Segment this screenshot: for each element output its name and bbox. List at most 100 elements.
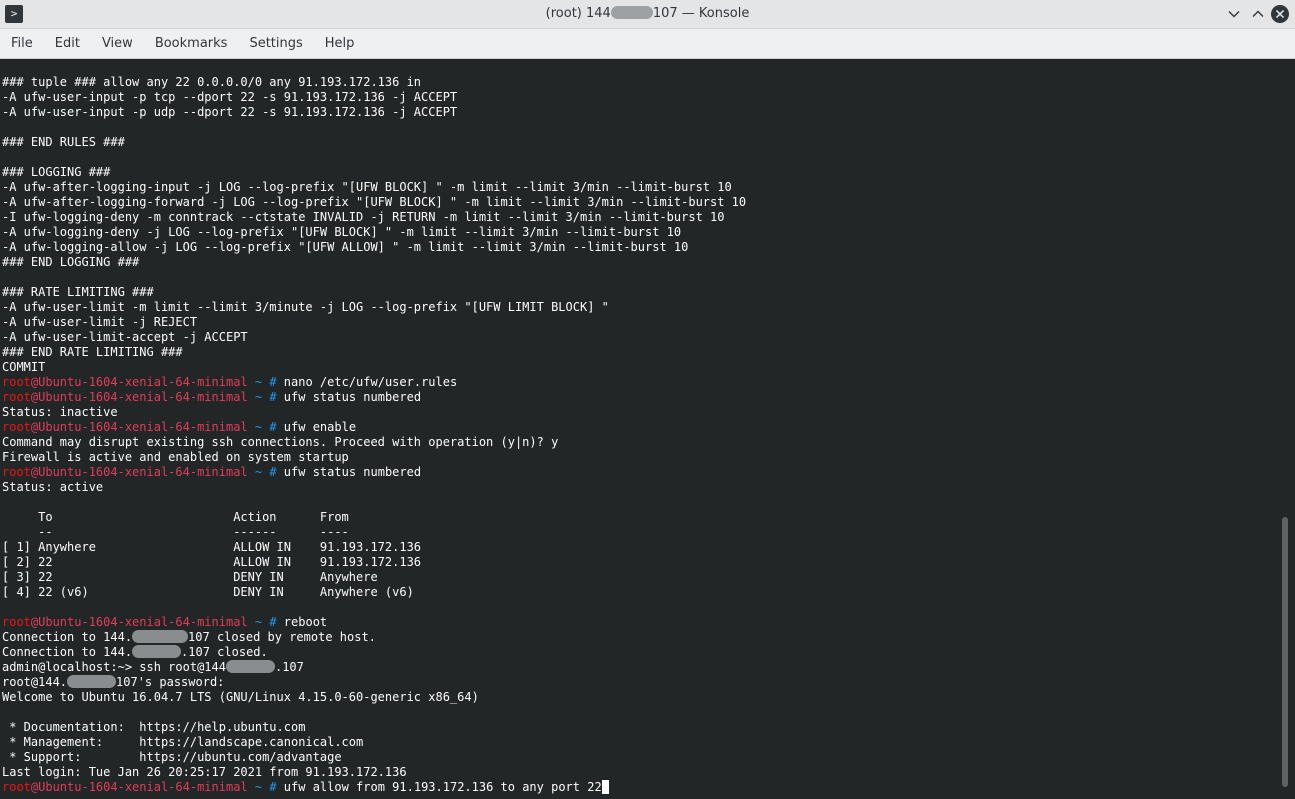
line-part: .107 closed. (181, 645, 268, 659)
line-part: root@144. (2, 675, 68, 689)
prompt-symbol: # (262, 375, 284, 389)
line-part: Connection to 144. (2, 630, 133, 644)
prompt-symbol: # (262, 465, 284, 479)
terminal-line: -A ufw-logging-allow -j LOG --log-prefix… (2, 240, 689, 254)
terminal-line: ### END LOGGING ### (2, 255, 140, 269)
menu-settings[interactable]: Settings (238, 29, 313, 59)
terminal-line: * Documentation: https://help.ubuntu.com (2, 720, 306, 734)
prompt-line: root@Ubuntu-1604-xenial-64-minimal ~ # n… (2, 375, 457, 390)
prompt-line: root@Ubuntu-1604-xenial-64-minimal ~ # u… (2, 390, 421, 405)
terminal-line: Command may disrupt existing ssh connect… (2, 435, 559, 449)
prompt-line: root@Ubuntu-1604-xenial-64-minimal ~ # u… (2, 465, 421, 480)
redacted-ip (132, 645, 182, 658)
title-bar[interactable]: > (root) 144 107 — Konsole (0, 0, 1295, 29)
konsole-window: > (root) 144 107 — Konsole File Edit View… (0, 0, 1295, 799)
redacted-ip (67, 675, 117, 688)
terminal-line: Firewall is active and enabled on system… (2, 450, 349, 464)
menu-edit[interactable]: Edit (44, 29, 91, 59)
prompt-host: @Ubuntu-1604-xenial-64-minimal (30, 420, 248, 434)
chevron-up-icon (1252, 10, 1264, 17)
terminal-line: -A ufw-user-limit -m limit --limit 3/min… (2, 300, 609, 314)
command-text: nano /etc/ufw/user.rules (283, 375, 458, 389)
terminal-line: ### END RULES ### (2, 135, 125, 149)
current-prompt-line[interactable]: root@Ubuntu-1604-xenial-64-minimal ~ # u… (2, 780, 609, 795)
prompt-path: ~ (247, 420, 263, 434)
menu-bar: File Edit View Bookmarks Settings Help (0, 29, 1295, 59)
terminal-line: -A ufw-user-limit -j REJECT (2, 315, 198, 329)
terminal-line: -A ufw-after-logging-forward -j LOG --lo… (2, 195, 747, 209)
line-part: admin@localhost:~> ssh root@144 (2, 660, 226, 674)
prompt-line: root@Ubuntu-1604-xenial-64-minimal ~ # r… (2, 615, 327, 630)
terminal-line: Welcome to Ubuntu 16.04.7 LTS (GNU/Linux… (2, 690, 479, 704)
text-cursor (601, 780, 609, 794)
menu-bookmarks[interactable]: Bookmarks (144, 29, 239, 59)
table-row: [ 4] 22 (v6) DENY IN Anywhere (v6) (2, 585, 414, 599)
prompt-user: root (2, 465, 31, 479)
table-row: [ 1] Anywhere ALLOW IN 91.193.172.136 (2, 540, 422, 554)
terminal-line: ### END RATE LIMITING ### (2, 345, 183, 359)
command-text: reboot (283, 615, 328, 629)
command-text: ufw status numbered (283, 465, 422, 479)
terminal-line: -I ufw-logging-deny -m conntrack --ctsta… (2, 210, 725, 224)
prompt-user: root (2, 780, 31, 794)
prompt-user: root (2, 390, 31, 404)
prompt-path: ~ (247, 615, 263, 629)
terminal-line: COMMIT (2, 360, 46, 374)
prompt-path: ~ (247, 465, 263, 479)
menu-file[interactable]: File (0, 29, 44, 59)
redacted-ip (610, 6, 653, 19)
prompt-symbol: # (262, 615, 284, 629)
menu-view[interactable]: View (91, 29, 144, 59)
redacted-ip (225, 660, 275, 673)
terminal-line: * Management: https://landscape.canonica… (2, 735, 364, 749)
terminal-line: ### tuple ### allow any 22 0.0.0.0/0 any… (2, 75, 422, 89)
current-command-input[interactable]: ufw allow from 91.193.172.136 to any por… (284, 780, 602, 794)
table-separator: -- ------ ---- (2, 525, 349, 539)
window-title-prefix: (root) 144 (545, 6, 611, 21)
table-header: To Action From (2, 510, 349, 524)
prompt-user: root (2, 420, 31, 434)
terminal-line: admin@localhost:~> ssh root@144 .107 (2, 660, 304, 675)
prompt-host: @Ubuntu-1604-xenial-64-minimal (30, 375, 248, 389)
terminal-line: -A ufw-user-limit-accept -j ACCEPT (2, 330, 248, 344)
terminal-line: ### RATE LIMITING ### (2, 285, 154, 299)
prompt-line: root@Ubuntu-1604-xenial-64-minimal ~ # u… (2, 420, 356, 435)
window-title: (root) 144 107 — Konsole (0, 6, 1295, 21)
terminal-line: ### LOGGING ### (2, 165, 111, 179)
chevron-down-icon (1228, 11, 1240, 18)
window-title-suffix: 107 — Konsole (652, 6, 750, 21)
terminal-line: Connection to 144. 107 closed by remote h… (2, 630, 376, 645)
line-part: Connection to 144. (2, 645, 133, 659)
prompt-symbol: # (262, 780, 284, 794)
line-part: .107 (274, 660, 304, 674)
table-row: [ 3] 22 DENY IN Anywhere (2, 570, 378, 584)
terminal-output[interactable]: ### tuple ### allow any 22 0.0.0.0/0 any… (0, 59, 1280, 799)
line-part: 107's password: (116, 675, 225, 689)
prompt-symbol: # (262, 390, 284, 404)
prompt-path: ~ (247, 390, 263, 404)
terminal-line: -A ufw-user-input -p udp --dport 22 -s 9… (2, 105, 458, 119)
prompt-symbol: # (262, 420, 284, 434)
maximize-button[interactable] (1249, 5, 1267, 23)
terminal-line: root@144. 107's password: (2, 675, 224, 690)
prompt-host: @Ubuntu-1604-xenial-64-minimal (30, 390, 248, 404)
menu-help[interactable]: Help (314, 29, 366, 59)
command-text: ufw status numbered (283, 390, 422, 404)
table-row: [ 2] 22 ALLOW IN 91.193.172.136 (2, 555, 422, 569)
redacted-ip (132, 630, 189, 643)
prompt-host: @Ubuntu-1604-xenial-64-minimal (30, 465, 248, 479)
minimize-button[interactable] (1225, 5, 1243, 23)
prompt-path: ~ (247, 780, 263, 794)
prompt-path: ~ (247, 375, 263, 389)
close-icon (1275, 9, 1285, 19)
terminal-line: Last login: Tue Jan 26 20:25:17 2021 fro… (2, 765, 407, 779)
prompt-host: @Ubuntu-1604-xenial-64-minimal (30, 780, 248, 794)
terminal-line: -A ufw-after-logging-input -j LOG --log-… (2, 180, 732, 194)
prompt-user: root (2, 615, 31, 629)
terminal-line: -A ufw-logging-deny -j LOG --log-prefix … (2, 225, 682, 239)
terminal-line: Status: inactive (2, 405, 118, 419)
close-button[interactable] (1271, 5, 1289, 23)
terminal-line: Connection to 144. .107 closed. (2, 645, 268, 660)
terminal-line: * Support: https://ubuntu.com/advantage (2, 750, 342, 764)
scrollbar-thumb[interactable] (1282, 517, 1288, 787)
